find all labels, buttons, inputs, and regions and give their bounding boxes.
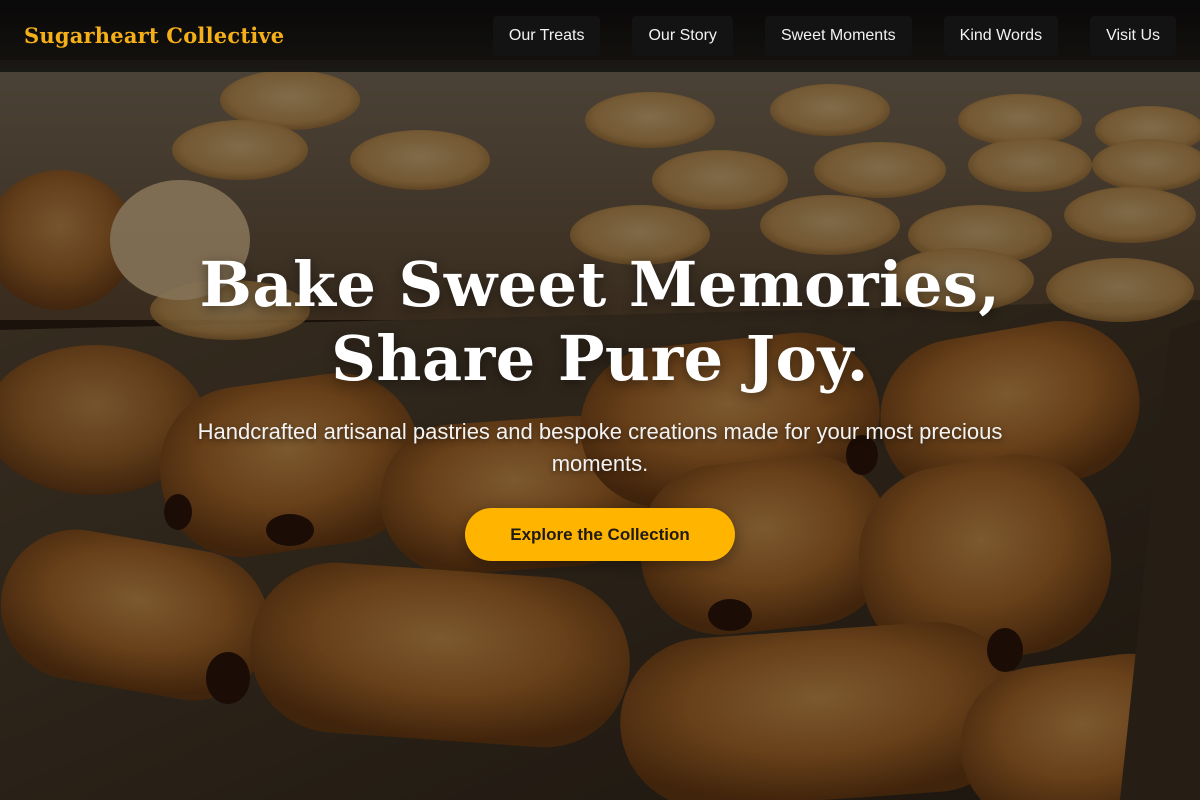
brand-logo-link[interactable]: Sugarheart Collective xyxy=(24,23,284,48)
nav-link-visit-us[interactable]: Visit Us xyxy=(1090,15,1176,56)
hero-title-line-2: Share Pure Joy. xyxy=(331,322,869,395)
nav-item: Our Treats xyxy=(492,15,601,56)
nav-link-our-treats[interactable]: Our Treats xyxy=(492,15,601,56)
nav-item: Sweet Moments xyxy=(764,15,912,56)
hero-subtitle: Handcrafted artisanal pastries and bespo… xyxy=(197,419,1003,476)
nav-item: Visit Us xyxy=(1090,15,1176,56)
explore-collection-button[interactable]: Explore the Collection xyxy=(465,508,735,561)
nav-item: Our Story xyxy=(632,15,733,56)
hero-title: Bake Sweet Memories, Share Pure Joy. xyxy=(0,248,1200,396)
nav-link-our-story[interactable]: Our Story xyxy=(632,15,733,56)
nav-link-kind-words[interactable]: Kind Words xyxy=(943,15,1059,56)
site-header: Sugarheart Collective Our Treats Our Sto… xyxy=(0,0,1200,72)
hero-section: Bake Sweet Memories, Share Pure Joy. Han… xyxy=(0,248,1200,561)
nav-link-sweet-moments[interactable]: Sweet Moments xyxy=(764,15,912,56)
nav-item: Kind Words xyxy=(943,15,1059,56)
landing-page: Sugarheart Collective Our Treats Our Sto… xyxy=(0,0,1200,800)
hero-title-line-1: Bake Sweet Memories, xyxy=(199,248,1001,321)
main-nav: Our Treats Our Story Sweet Moments Kind … xyxy=(492,15,1176,56)
